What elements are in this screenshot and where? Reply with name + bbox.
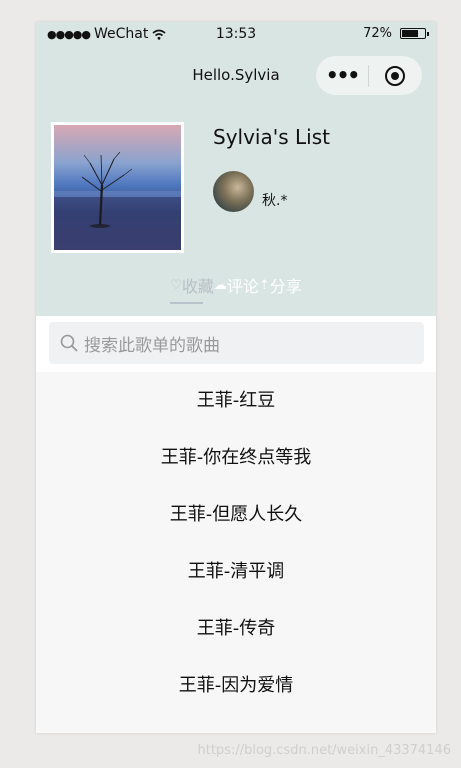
tab-comment[interactable]: ☁ 评论 xyxy=(214,273,259,297)
avatar[interactable] xyxy=(213,171,254,212)
action-tabs: ♡ 收藏 ☁ 评论 ⇡ 分享 xyxy=(36,273,436,297)
tab-favorite-label: 收藏 xyxy=(181,277,214,296)
search-bar-container: 搜索此歌单的歌曲 xyxy=(36,316,436,372)
mini-program-capsule: ••• xyxy=(316,56,422,95)
battery-icon xyxy=(400,28,429,39)
header-area: ●●●●● WeChat 13:53 72% Hello.Sylvia ••• xyxy=(36,22,436,316)
playlist-title: Sylvia's List xyxy=(213,125,330,149)
heart-icon: ♡ xyxy=(170,277,182,293)
battery-percent: 72% xyxy=(363,26,392,41)
tab-share-label: 分享 xyxy=(269,277,302,296)
status-bar: ●●●●● WeChat 13:53 72% xyxy=(36,22,436,48)
list-item[interactable]: 王菲-清平调 xyxy=(36,543,436,600)
user-name: 秋.* xyxy=(262,193,288,209)
list-item[interactable]: 王菲-传奇 xyxy=(36,600,436,657)
tab-share[interactable]: ⇡ 分享 xyxy=(259,273,302,297)
active-tab-indicator xyxy=(170,302,203,304)
battery-fill xyxy=(402,30,418,37)
cover-tree-image xyxy=(54,151,181,250)
list-item[interactable]: 王菲-你在终点等我 xyxy=(36,429,436,486)
tab-favorite[interactable]: ♡ 收藏 xyxy=(170,273,214,297)
playlist-cover xyxy=(51,122,184,253)
search-placeholder: 搜索此歌单的歌曲 xyxy=(84,335,220,356)
watermark: https://blog.csdn.net/weixin_43374146 xyxy=(197,743,451,758)
tab-comment-label: 评论 xyxy=(226,277,259,296)
more-dots-icon[interactable]: ••• xyxy=(316,56,368,95)
list-item[interactable]: 王菲-因为爱情 xyxy=(36,657,436,714)
phone-frame: ●●●●● WeChat 13:53 72% Hello.Sylvia ••• xyxy=(36,22,436,733)
search-icon xyxy=(60,334,78,352)
list-item[interactable]: 王菲-红豆 xyxy=(36,372,436,429)
search-input[interactable]: 搜索此歌单的歌曲 xyxy=(49,322,424,364)
target-icon xyxy=(385,65,405,86)
cloud-icon: ☁ xyxy=(213,277,227,293)
close-mini-program-button[interactable] xyxy=(369,65,421,86)
share-icon: ⇡ xyxy=(258,277,270,293)
list-item[interactable]: 王菲-但愿人长久 xyxy=(36,486,436,543)
battery-indicator: 72% xyxy=(363,26,429,41)
song-list: 王菲-红豆 王菲-你在终点等我 王菲-但愿人长久 王菲-清平调 王菲-传奇 王菲… xyxy=(36,372,436,714)
